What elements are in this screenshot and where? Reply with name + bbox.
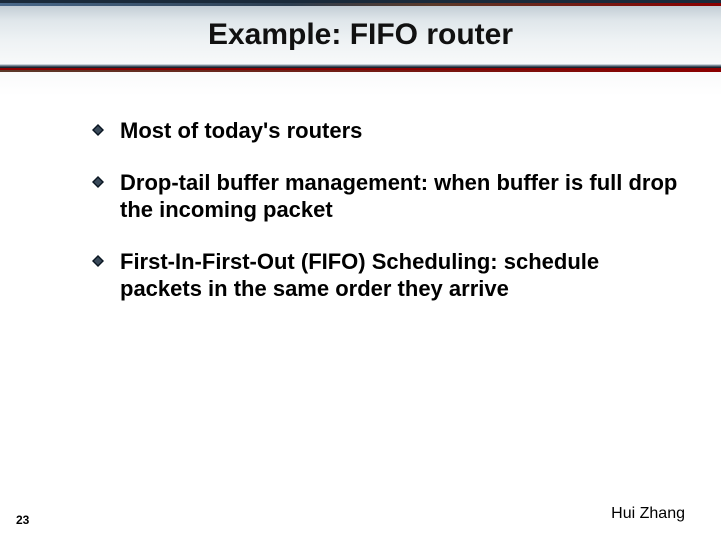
header-stripe-bottom <box>0 64 721 70</box>
diamond-bullet-icon <box>92 255 104 267</box>
header-stripe-top <box>0 3 721 6</box>
author-name: Hui Zhang <box>611 505 685 523</box>
page-number: 23 <box>16 513 29 527</box>
bullet-text: Most of today's routers <box>120 118 362 143</box>
diamond-bullet-icon <box>92 124 104 136</box>
bullet-text: First-In-First-Out (FIFO) Scheduling: sc… <box>120 249 599 300</box>
content-area: Most of today's routers Drop-tail buffer… <box>92 118 681 328</box>
bullet-list: Most of today's routers Drop-tail buffer… <box>92 118 681 302</box>
slide-title: Example: FIFO router <box>0 18 721 52</box>
diamond-bullet-icon <box>92 176 104 188</box>
list-item: Most of today's routers <box>92 118 681 144</box>
slide: Example: FIFO router Most of today's rou… <box>0 0 721 541</box>
list-item: Drop-tail buffer management: when buffer… <box>92 170 681 223</box>
list-item: First-In-First-Out (FIFO) Scheduling: sc… <box>92 249 681 302</box>
header-band: Example: FIFO router <box>0 0 721 96</box>
bullet-text: Drop-tail buffer management: when buffer… <box>120 170 677 221</box>
